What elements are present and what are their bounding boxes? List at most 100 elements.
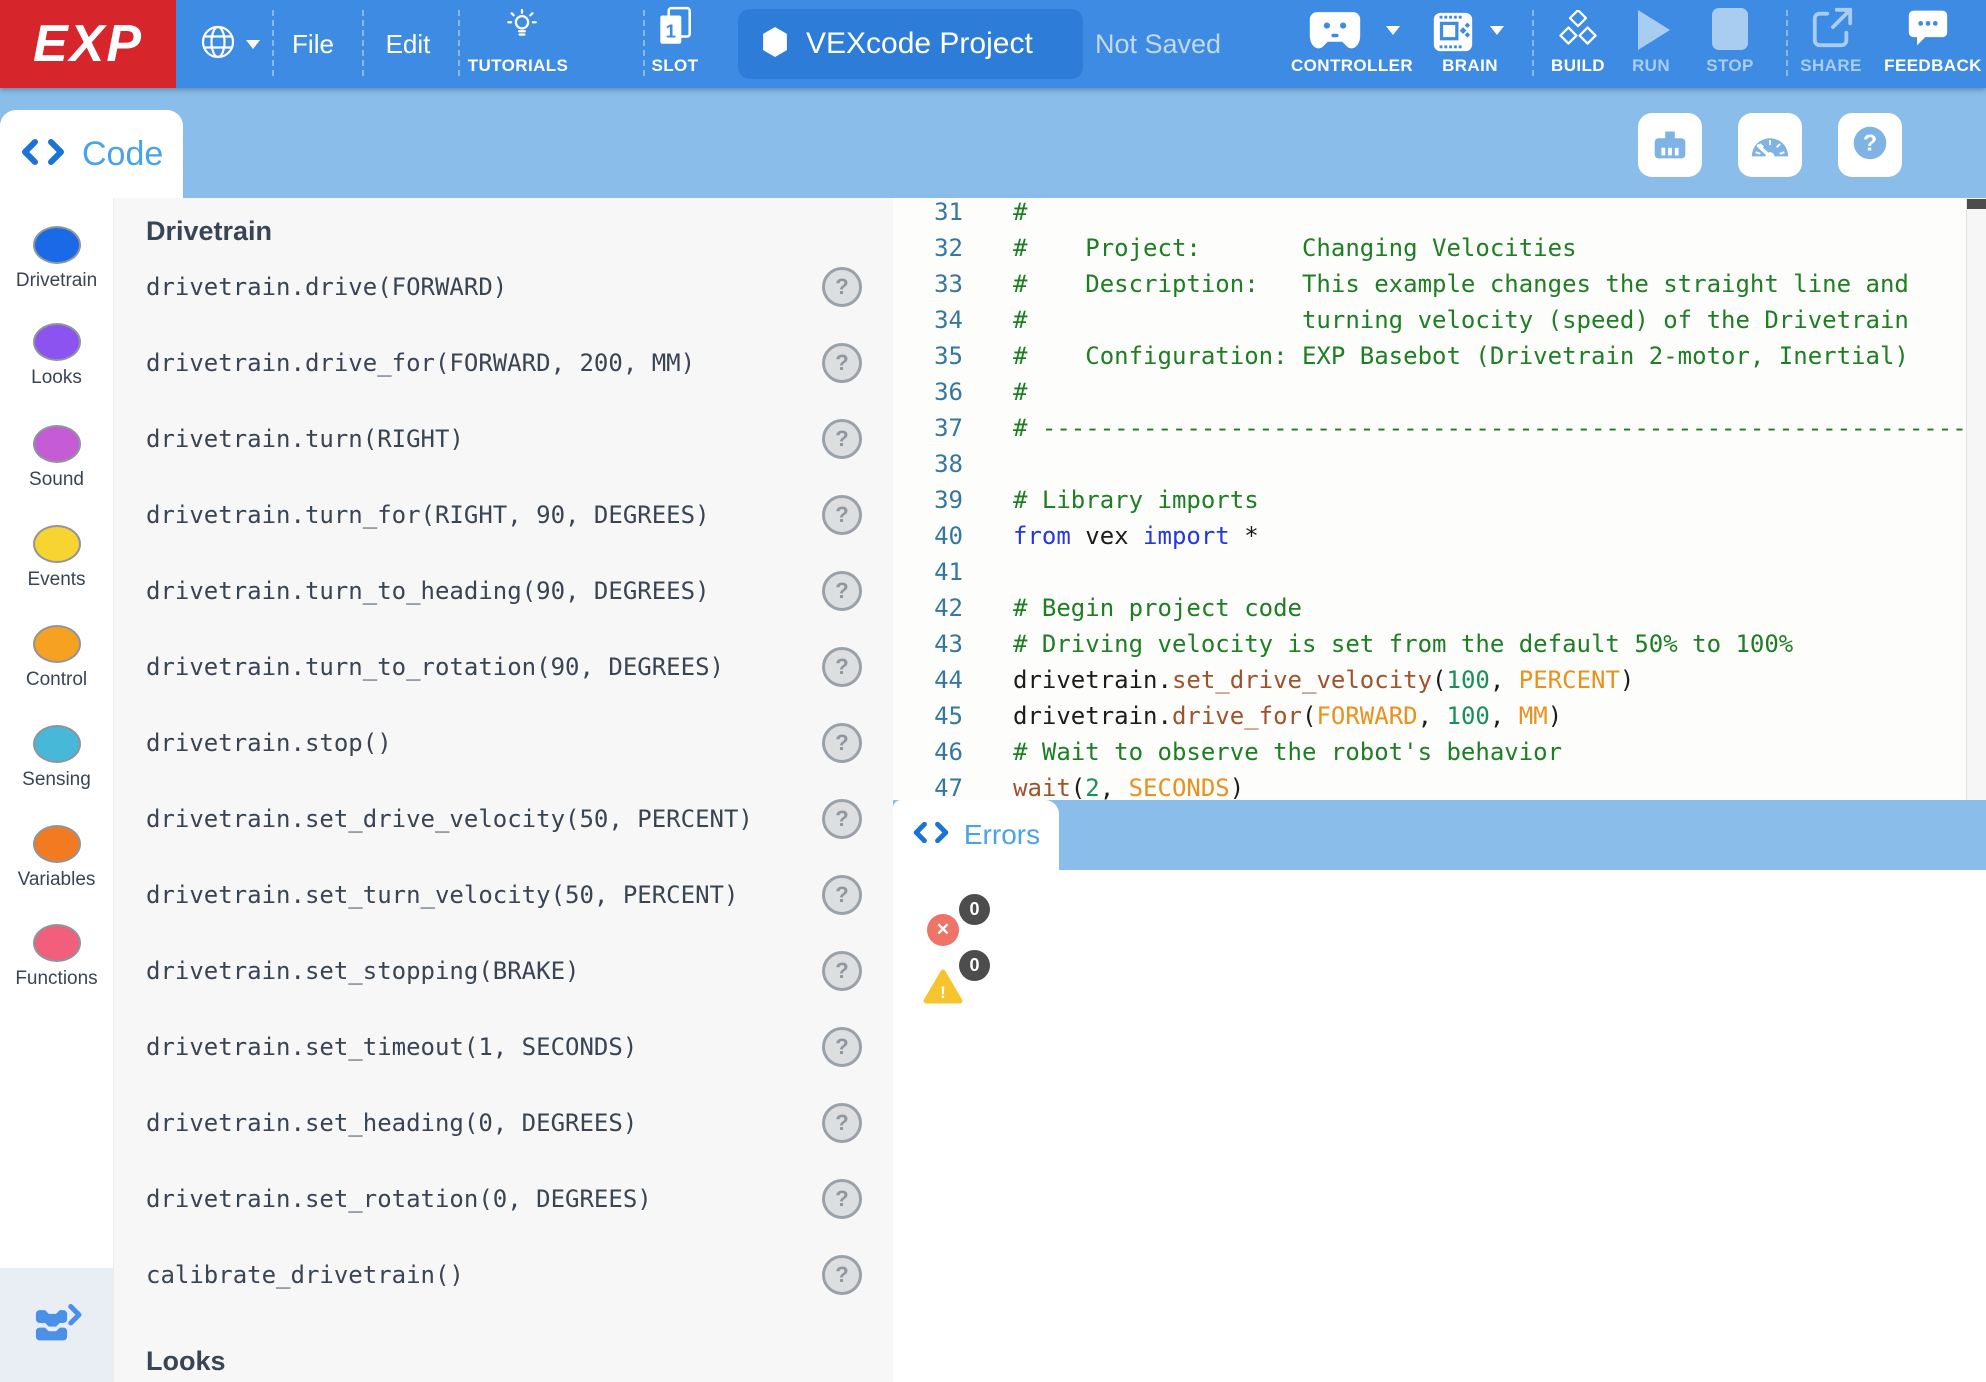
code-editor[interactable]: 31#32# Project: Changing Velocities33# D… — [893, 198, 1986, 800]
palette-command-row[interactable]: drivetrain.stop()? — [114, 705, 893, 781]
command-help-button[interactable]: ? — [822, 799, 862, 839]
language-menu-button[interactable] — [190, 0, 268, 88]
tab-code[interactable]: Code — [0, 110, 183, 198]
category-label: Control — [0, 669, 113, 691]
control-category-icon[interactable] — [33, 625, 81, 663]
tab-errors[interactable]: Errors — [893, 800, 1059, 870]
command-help-button[interactable]: ? — [822, 723, 862, 763]
palette-command-row[interactable]: drivetrain.set_rotation(0, DEGREES)? — [114, 1161, 893, 1237]
help-button[interactable]: ? — [1838, 113, 1902, 177]
command-palette: Drivetrain drivetrain.drive(FORWARD)?dri… — [113, 198, 893, 1382]
line-number: 45 — [893, 702, 963, 730]
palette-command-row[interactable]: drivetrain.turn_to_heading(90, DEGREES)? — [114, 553, 893, 629]
line-code: # Description: This example changes the … — [1013, 270, 1909, 298]
play-icon — [1638, 10, 1670, 50]
brain-button[interactable]: BRAIN — [1418, 0, 1522, 88]
editor-line: 31# — [893, 198, 1986, 230]
dashboard-button[interactable] — [1738, 113, 1802, 177]
palette-command-text[interactable]: drivetrain.turn(RIGHT) — [146, 425, 464, 453]
tutorials-label: TUTORIALS — [453, 56, 583, 76]
palette-command-text[interactable]: drivetrain.set_heading(0, DEGREES) — [146, 1109, 637, 1137]
command-help-button[interactable]: ? — [822, 1027, 862, 1067]
question-mark-icon: ? — [1847, 120, 1893, 171]
sidebar-item-functions[interactable]: Functions — [0, 924, 113, 990]
sidebar-item-control[interactable]: Control — [0, 625, 113, 691]
editor-line: 38 — [893, 446, 1986, 482]
chevron-down-icon — [1490, 26, 1504, 35]
command-help-button[interactable]: ? — [822, 343, 862, 383]
command-help-button[interactable]: ? — [822, 951, 862, 991]
sidebar-item-drivetrain[interactable]: Drivetrain — [0, 226, 113, 292]
events-category-icon[interactable] — [33, 525, 81, 563]
drivetrain-category-icon[interactable] — [33, 226, 81, 264]
palette-command-row[interactable]: drivetrain.turn_for(RIGHT, 90, DEGREES)? — [114, 477, 893, 553]
sidebar-item-events[interactable]: Events — [0, 525, 113, 591]
command-help-button[interactable]: ? — [822, 267, 862, 307]
palette-command-text[interactable]: drivetrain.turn_to_rotation(90, DEGREES) — [146, 653, 724, 681]
palette-command-row[interactable]: drivetrain.turn_to_rotation(90, DEGREES)… — [114, 629, 893, 705]
variables-category-icon[interactable] — [33, 825, 81, 863]
palette-command-text[interactable]: drivetrain.set_stopping(BRAKE) — [146, 957, 579, 985]
palette-command-text[interactable]: drivetrain.drive_for(FORWARD, 200, MM) — [146, 349, 695, 377]
line-code: # Project: Changing Velocities — [1013, 234, 1577, 262]
project-name-button[interactable]: VEXcode Project — [738, 9, 1083, 79]
sound-category-icon[interactable] — [33, 425, 81, 463]
code-brackets-icon — [912, 821, 950, 849]
palette-command-row[interactable]: drivetrain.set_heading(0, DEGREES)? — [114, 1085, 893, 1161]
editor-scrollbar-thumb[interactable] — [1967, 199, 1986, 209]
palette-command-row[interactable]: drivetrain.turn(RIGHT)? — [114, 401, 893, 477]
palette-command-text[interactable]: drivetrain.stop() — [146, 729, 392, 757]
palette-command-row[interactable]: drivetrain.set_turn_velocity(50, PERCENT… — [114, 857, 893, 933]
line-number: 37 — [893, 414, 963, 442]
command-help-button[interactable]: ? — [822, 495, 862, 535]
command-help-button[interactable]: ? — [822, 1179, 862, 1219]
palette-command-row[interactable]: calibrate_drivetrain()? — [114, 1237, 893, 1313]
sidebar-item-looks[interactable]: Looks — [0, 323, 113, 389]
line-number: 42 — [893, 594, 963, 622]
palette-command-row[interactable]: drivetrain.set_stopping(BRAKE)? — [114, 933, 893, 1009]
errors-tab-label: Errors — [964, 819, 1040, 851]
command-help-button[interactable]: ? — [822, 647, 862, 687]
palette-command-text[interactable]: drivetrain.turn_for(RIGHT, 90, DEGREES) — [146, 501, 710, 529]
editor-scrollbar[interactable] — [1966, 198, 1986, 800]
command-help-button[interactable]: ? — [822, 571, 862, 611]
file-menu[interactable]: File — [268, 0, 358, 88]
palette-command-text[interactable]: drivetrain.set_turn_velocity(50, PERCENT… — [146, 881, 738, 909]
edit-menu[interactable]: Edit — [363, 0, 453, 88]
palette-command-text[interactable]: calibrate_drivetrain() — [146, 1261, 464, 1289]
stop-button[interactable]: STOP — [1696, 0, 1766, 88]
errors-panel-content — [893, 870, 1986, 1382]
palette-command-row[interactable]: drivetrain.set_timeout(1, SECONDS)? — [114, 1009, 893, 1085]
sidebar-item-sensing[interactable]: Sensing — [0, 725, 113, 791]
build-cubes-icon — [1558, 10, 1598, 53]
sidebar-item-variables[interactable]: Variables — [0, 825, 113, 891]
sidebar-item-sound[interactable]: Sound — [0, 425, 113, 491]
tutorials-button[interactable]: TUTORIALS — [457, 0, 587, 88]
functions-category-icon[interactable] — [33, 924, 81, 962]
command-help-button[interactable]: ? — [822, 875, 862, 915]
palette-command-text[interactable]: drivetrain.drive(FORWARD) — [146, 273, 507, 301]
line-code: # Library imports — [1013, 486, 1259, 514]
feedback-button[interactable]: FEEDBACK — [1884, 0, 1974, 88]
palette-command-row[interactable]: drivetrain.set_drive_velocity(50, PERCEN… — [114, 781, 893, 857]
palette-command-row[interactable]: drivetrain.drive(FORWARD)? — [114, 249, 893, 325]
palette-command-row[interactable]: drivetrain.drive_for(FORWARD, 200, MM)? — [114, 325, 893, 401]
slot-button[interactable]: 1 SLOT — [640, 0, 710, 88]
palette-command-text[interactable]: drivetrain.set_timeout(1, SECONDS) — [146, 1033, 637, 1061]
palette-command-text[interactable]: drivetrain.set_rotation(0, DEGREES) — [146, 1185, 652, 1213]
controller-button[interactable]: CONTROLLER — [1290, 0, 1414, 88]
command-help-button[interactable]: ? — [822, 1103, 862, 1143]
warning-count-badge: 0 — [959, 950, 990, 981]
device-manager-button[interactable] — [1638, 113, 1702, 177]
looks-category-icon[interactable] — [33, 323, 81, 361]
code-brackets-icon — [20, 138, 66, 171]
palette-command-text[interactable]: drivetrain.set_drive_velocity(50, PERCEN… — [146, 805, 753, 833]
project-name: VEXcode Project — [806, 27, 1033, 61]
line-number: 32 — [893, 234, 963, 262]
share-button[interactable]: SHARE — [1796, 0, 1868, 88]
sensing-category-icon[interactable] — [33, 725, 81, 763]
palette-command-text[interactable]: drivetrain.turn_to_heading(90, DEGREES) — [146, 577, 710, 605]
blocks-toggle-button[interactable] — [0, 1268, 113, 1382]
command-help-button[interactable]: ? — [822, 419, 862, 459]
command-help-button[interactable]: ? — [822, 1255, 862, 1295]
